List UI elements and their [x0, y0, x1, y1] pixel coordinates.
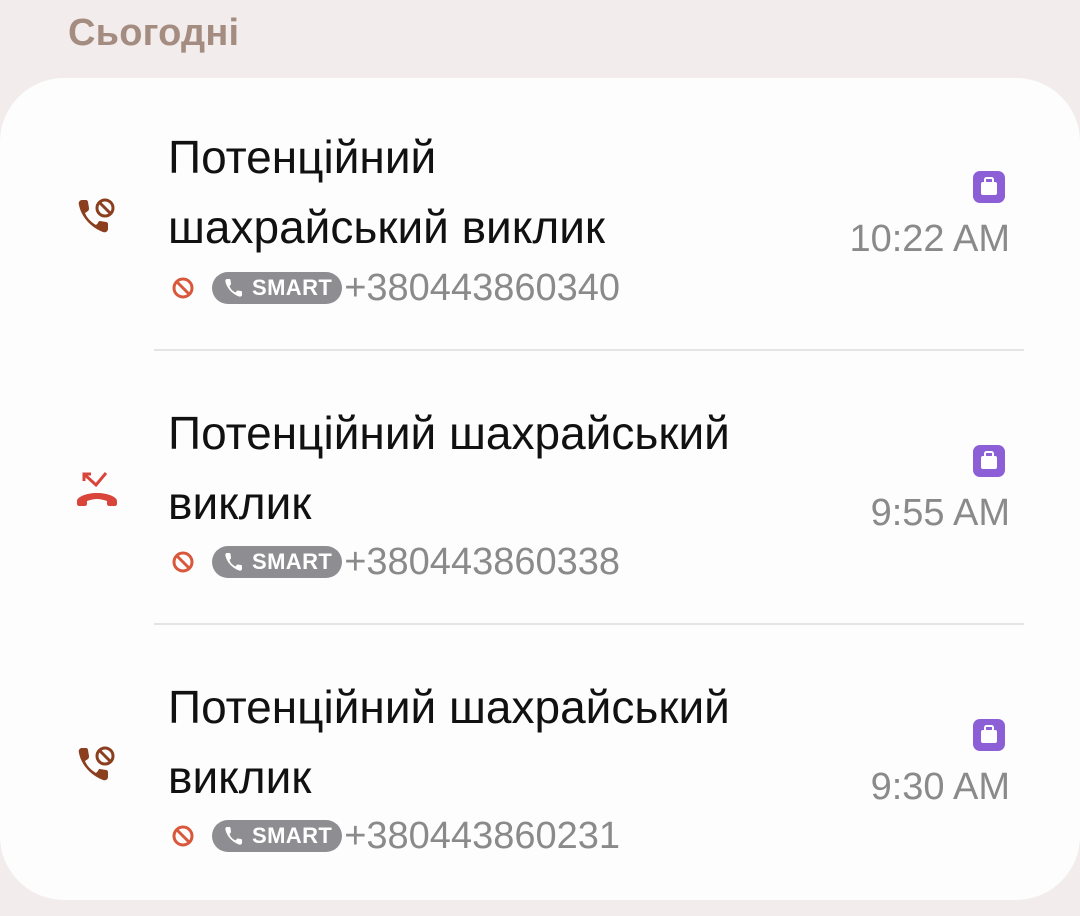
call-details: SMART +380443860231: [168, 814, 621, 857]
blocked-call-icon: [78, 746, 115, 781]
call-details: SMART +380443860338: [168, 540, 621, 583]
call-details: SMART +380443860340: [168, 266, 621, 309]
smart-badge-label: SMART: [252, 823, 333, 848]
work-profile-icon: [973, 445, 1005, 477]
caller-title: Потенційний шахрайський виклик: [168, 407, 730, 529]
rejected-call-icon: [77, 472, 117, 506]
divider: [154, 349, 1024, 351]
blocked-call-icon: [78, 198, 115, 233]
call-log-item[interactable]: Потенційний шахрайський виклик SMART +38…: [0, 352, 1080, 624]
call-log-card: Потенційний шахрайський виклик SMART +38…: [0, 78, 1080, 900]
blocked-number-icon: [172, 277, 194, 299]
smart-call-badge: SMART: [212, 820, 343, 852]
divider: [154, 623, 1024, 625]
phone-icon: [225, 553, 242, 571]
phone-icon: [225, 827, 242, 845]
work-profile-icon: [973, 719, 1005, 751]
phone-number: +380443860231: [344, 814, 621, 857]
call-log-item[interactable]: Потенційний шахрайський виклик SMART +38…: [0, 626, 1080, 898]
caller-title: Потенційний шахрайський виклик: [168, 131, 606, 253]
blocked-number-icon: [172, 825, 194, 847]
smart-call-badge: SMART: [212, 546, 343, 578]
blocked-number-icon: [172, 551, 194, 573]
call-time: 9:30 AM: [870, 766, 1010, 808]
smart-badge-label: SMART: [252, 275, 333, 300]
work-profile-icon: [973, 171, 1005, 203]
phone-number: +380443860338: [344, 540, 621, 583]
phone-number: +380443860340: [344, 266, 621, 309]
phone-icon: [225, 279, 242, 297]
smart-call-badge: SMART: [212, 272, 343, 304]
call-log-item[interactable]: Потенційний шахрайський виклик SMART +38…: [0, 78, 1080, 350]
smart-badge-label: SMART: [252, 549, 333, 574]
call-time: 10:22 AM: [849, 218, 1010, 260]
section-header-today: Сьогодні: [68, 12, 240, 54]
call-time: 9:55 AM: [870, 492, 1010, 534]
caller-title: Потенційний шахрайський виклик: [168, 681, 730, 803]
